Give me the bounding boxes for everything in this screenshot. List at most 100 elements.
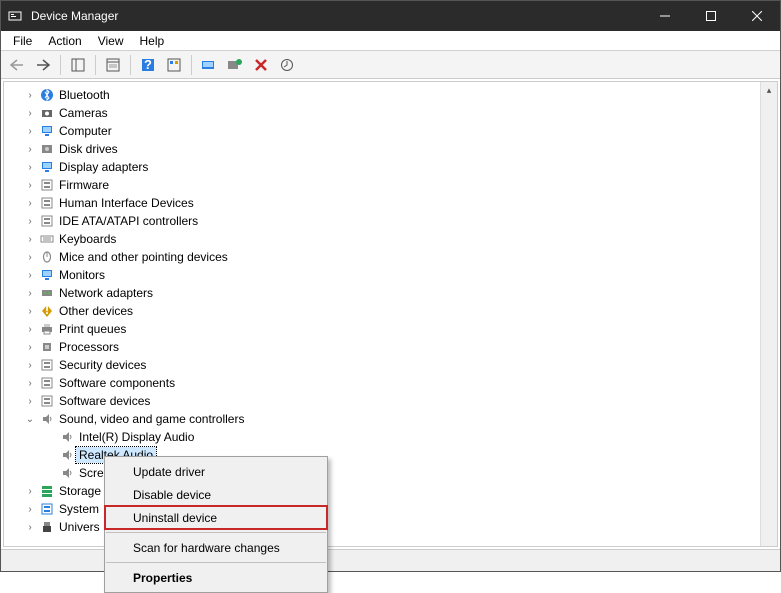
- expand-arrow-icon[interactable]: ›: [22, 216, 38, 227]
- tree-row[interactable]: ›Security devices: [4, 356, 760, 374]
- window-title: Device Manager: [29, 9, 642, 23]
- add-legacy-icon[interactable]: [223, 54, 247, 76]
- tree-item-label: Software components: [56, 375, 178, 391]
- tree-row[interactable]: › Computer: [4, 122, 760, 140]
- other-icon: !: [38, 304, 56, 318]
- refresh-icon[interactable]: [162, 54, 186, 76]
- context-menu-item[interactable]: Properties: [105, 566, 327, 589]
- expand-arrow-icon[interactable]: ›: [22, 144, 38, 155]
- expand-arrow-icon[interactable]: ›: [22, 522, 38, 533]
- tree-row[interactable]: › Cameras: [4, 104, 760, 122]
- cpu-icon: [38, 340, 56, 354]
- svg-text:!: !: [45, 304, 49, 317]
- context-menu-item[interactable]: Disable device: [105, 483, 327, 506]
- menu-view[interactable]: View: [90, 32, 132, 50]
- tree-item-label: Sound, video and game controllers: [56, 411, 247, 427]
- expand-arrow-icon[interactable]: ›: [22, 324, 38, 335]
- hid-icon: [38, 196, 56, 210]
- expand-arrow-icon[interactable]: ›: [22, 180, 38, 191]
- titlebar[interactable]: Device Manager: [1, 1, 780, 31]
- tree-row[interactable]: › Monitors: [4, 266, 760, 284]
- tree-item-label: Print queues: [56, 321, 129, 337]
- update-driver-icon[interactable]: [275, 54, 299, 76]
- tree-item-label: Cameras: [56, 105, 111, 121]
- expand-arrow-icon[interactable]: ›: [22, 486, 38, 497]
- close-button[interactable]: [734, 1, 780, 31]
- tree-row[interactable]: ›!Other devices: [4, 302, 760, 320]
- expand-arrow-icon[interactable]: ›: [22, 90, 38, 101]
- tree-row[interactable]: › Keyboards: [4, 230, 760, 248]
- tree-item-label: Univers: [56, 519, 103, 535]
- tree-row[interactable]: ›Display adapters: [4, 158, 760, 176]
- expand-arrow-icon[interactable]: ›: [22, 252, 38, 263]
- security-icon: [38, 358, 56, 372]
- expand-arrow-icon[interactable]: ›: [22, 504, 38, 515]
- computer-icon: [38, 124, 56, 138]
- tree-row[interactable]: › Disk drives: [4, 140, 760, 158]
- tree-row[interactable]: Intel(R) Display Audio: [4, 428, 760, 446]
- expand-arrow-icon[interactable]: ›: [22, 270, 38, 281]
- scroll-up-arrow[interactable]: ▴: [761, 82, 777, 99]
- tree-row[interactable]: › IDE ATA/ATAPI controllers: [4, 212, 760, 230]
- expand-arrow-icon[interactable]: ›: [22, 396, 38, 407]
- help-icon[interactable]: ?: [136, 54, 160, 76]
- maximize-button[interactable]: [688, 1, 734, 31]
- tree-row[interactable]: › Bluetooth: [4, 86, 760, 104]
- tree-row[interactable]: › Software devices: [4, 392, 760, 410]
- camera-icon: [38, 106, 56, 120]
- menu-help[interactable]: Help: [132, 32, 173, 50]
- expand-arrow-icon[interactable]: ›: [22, 306, 38, 317]
- tree-row[interactable]: › Print queues: [4, 320, 760, 338]
- menubar: File Action View Help: [1, 31, 780, 51]
- tree-row[interactable]: ›Network adapters: [4, 284, 760, 302]
- menu-file[interactable]: File: [5, 32, 40, 50]
- expand-arrow-icon[interactable]: ›: [22, 162, 38, 173]
- toolbar-separator: [95, 55, 96, 75]
- back-button[interactable]: [5, 54, 29, 76]
- keyboard-icon: [38, 232, 56, 246]
- context-menu-item[interactable]: Update driver: [105, 460, 327, 483]
- tree-row[interactable]: ⌄ Sound, video and game controllers: [4, 410, 760, 428]
- toolbar-separator: [191, 55, 192, 75]
- expand-arrow-icon[interactable]: ›: [22, 198, 38, 209]
- tree-item-label: IDE ATA/ATAPI controllers: [56, 213, 201, 229]
- expand-arrow-icon[interactable]: ›: [22, 234, 38, 245]
- minimize-button[interactable]: [642, 1, 688, 31]
- uninstall-icon[interactable]: [249, 54, 273, 76]
- tree-item-label: Intel(R) Display Audio: [76, 429, 197, 445]
- expand-arrow-icon[interactable]: ›: [22, 108, 38, 119]
- tree-row[interactable]: › Human Interface Devices: [4, 194, 760, 212]
- vertical-scrollbar[interactable]: ▴: [760, 82, 777, 546]
- tree-row[interactable]: ›Processors: [4, 338, 760, 356]
- forward-button[interactable]: [31, 54, 55, 76]
- speaker-icon: [58, 430, 76, 444]
- properties-icon[interactable]: [101, 54, 125, 76]
- system-icon: [38, 502, 56, 516]
- collapse-arrow-icon[interactable]: ⌄: [22, 414, 38, 425]
- expand-arrow-icon[interactable]: ›: [22, 342, 38, 353]
- usb-icon: [38, 520, 56, 534]
- show-hide-console-tree-icon[interactable]: [66, 54, 90, 76]
- app-icon: [1, 9, 29, 23]
- scan-hardware-icon[interactable]: [197, 54, 221, 76]
- tree-row[interactable]: › Firmware: [4, 176, 760, 194]
- bluetooth-icon: [38, 88, 56, 102]
- tree-row[interactable]: › Software components: [4, 374, 760, 392]
- tree-row[interactable]: ›Mice and other pointing devices: [4, 248, 760, 266]
- expand-arrow-icon[interactable]: ›: [22, 360, 38, 371]
- context-menu-item[interactable]: Uninstall device: [105, 506, 327, 529]
- menu-action[interactable]: Action: [40, 32, 89, 50]
- tree-item-label: Computer: [56, 123, 115, 139]
- expand-arrow-icon[interactable]: ›: [22, 288, 38, 299]
- tree-item-label: Bluetooth: [56, 87, 113, 103]
- tree-item-label: Human Interface Devices: [56, 195, 197, 211]
- expand-arrow-icon[interactable]: ›: [22, 378, 38, 389]
- tree-item-label: Software devices: [56, 393, 153, 409]
- tree-item-label: Keyboards: [56, 231, 119, 247]
- tree-item-label: Monitors: [56, 267, 108, 283]
- tree-item-label: Firmware: [56, 177, 112, 193]
- software-icon: [38, 394, 56, 408]
- expand-arrow-icon[interactable]: ›: [22, 126, 38, 137]
- tree-item-label: Disk drives: [56, 141, 121, 157]
- context-menu-item[interactable]: Scan for hardware changes: [105, 536, 327, 559]
